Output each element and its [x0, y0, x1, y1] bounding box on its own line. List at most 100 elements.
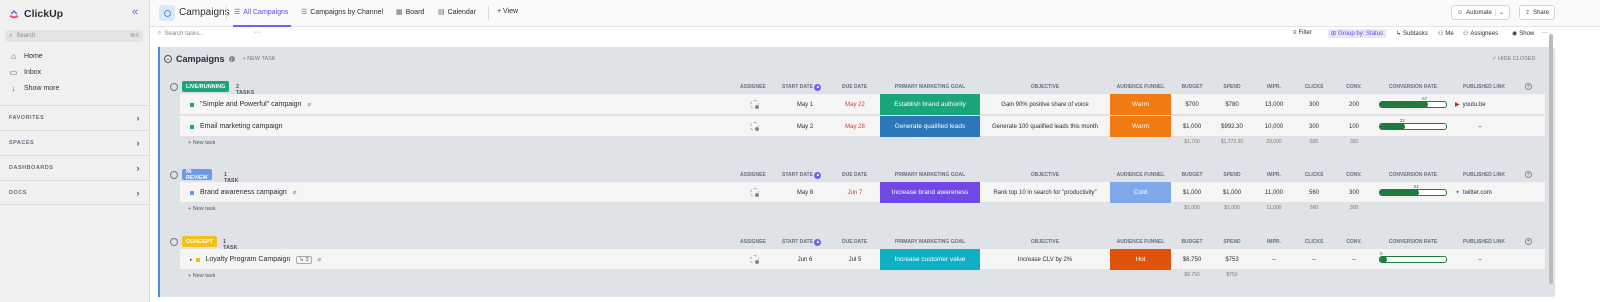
meter-knob[interactable] — [1398, 123, 1406, 130]
show-button[interactable]: ◉ Show — [1512, 30, 1534, 38]
expand-subtasks-icon[interactable]: ▸ — [190, 257, 193, 263]
space-title[interactable]: Campaigns — [179, 7, 230, 18]
status-badge[interactable]: IN REVIEW — [182, 169, 212, 181]
sort-icon[interactable]: ▴ — [814, 239, 822, 246]
col-funnel[interactable]: AUDIENCE FUNNEL — [1110, 172, 1171, 178]
collapse-list-icon[interactable]: ⌄ — [164, 55, 172, 63]
assignees-button[interactable]: ⚇ Assignees — [1463, 30, 1498, 38]
tab-all-campaigns[interactable]: ☰ All Campaigns — [234, 8, 288, 17]
conv-cell[interactable]: 100 — [1338, 116, 1370, 137]
col-objective[interactable]: OBJECTIVE — [982, 172, 1108, 178]
col-budget[interactable]: BUDGET — [1176, 84, 1208, 90]
task-title[interactable]: Email marketing campaign — [200, 123, 282, 130]
conversion-rate-meter[interactable]: 67 — [1379, 96, 1447, 108]
col-conversion-rate[interactable]: CONVERSION RATE — [1379, 172, 1447, 178]
col-published-link[interactable]: PUBLISHED LINK — [1455, 172, 1513, 178]
clicks-cell[interactable]: 300 — [1298, 94, 1330, 115]
impr-cell[interactable]: 10,000 — [1258, 116, 1290, 137]
add-column-icon[interactable]: + — [1525, 171, 1532, 178]
sidebar-item-inbox[interactable]: ▭ Inbox — [9, 68, 41, 77]
col-conv[interactable]: CONV. — [1338, 84, 1370, 90]
goal-cell[interactable]: Increase brand awareness — [880, 182, 980, 203]
clicks-cell[interactable]: – — [1298, 249, 1330, 270]
col-assignee[interactable]: ASSIGNEE — [740, 172, 766, 178]
col-goal[interactable]: PRIMARY MARKETING GOAL — [880, 239, 980, 245]
conversion-rate-meter[interactable]: 33 — [1379, 118, 1447, 130]
funnel-cell[interactable]: Cold — [1110, 182, 1171, 203]
task-name[interactable]: ▸ Loyalty Program Campaign ↳ 3 ⌀ — [190, 249, 321, 270]
add-assignee-icon[interactable] — [749, 122, 760, 132]
col-clicks[interactable]: CLICKS — [1298, 84, 1330, 90]
collapse-group-icon[interactable] — [170, 171, 178, 179]
more-icon[interactable]: ··· — [254, 29, 261, 36]
due-date-cell[interactable]: Jun 7 — [836, 182, 874, 203]
task-name[interactable]: Email marketing campaign — [190, 116, 282, 137]
table-row[interactable]: ▸ Loyalty Program Campaign ↳ 3 ⌀ Jun 6 J… — [180, 249, 1545, 270]
subtask-count-badge[interactable]: ↳ 3 — [296, 255, 312, 264]
brand[interactable]: ClickUp — [8, 6, 63, 22]
meter-knob[interactable] — [1412, 189, 1420, 196]
collapse-sidebar-icon[interactable]: « — [132, 6, 138, 18]
share-button[interactable]: ⇪ Share — [1519, 5, 1556, 20]
add-column-icon[interactable]: + — [1525, 238, 1532, 245]
conversion-rate-meter[interactable]: 54 — [1379, 184, 1447, 196]
status-square-icon[interactable] — [195, 257, 200, 262]
new-task-button[interactable]: + NEW TASK — [243, 56, 276, 62]
col-due-date[interactable]: DUE DATE — [842, 172, 867, 178]
section-dashboards[interactable]: DASHBOARDS › — [0, 155, 149, 180]
col-conv[interactable]: CONV. — [1338, 172, 1370, 178]
chevron-down-icon[interactable]: ⌄ — [1494, 9, 1504, 16]
meter-knob[interactable] — [1380, 256, 1387, 263]
automate-button[interactable]: ☺ Automate ⌄ — [1451, 5, 1510, 20]
funnel-cell[interactable]: Warm — [1110, 116, 1171, 137]
link-text[interactable]: youtu.be — [1463, 102, 1486, 108]
funnel-cell[interactable]: Warm — [1110, 94, 1171, 115]
spend-cell[interactable]: $753 — [1216, 249, 1248, 270]
add-assignee-icon[interactable] — [749, 255, 760, 265]
col-spend[interactable]: SPEND — [1216, 84, 1248, 90]
assignee-cell[interactable] — [748, 94, 760, 115]
section-docs[interactable]: DOCS › — [0, 180, 149, 205]
sidebar-item-show-more[interactable]: ↓ Show more — [9, 84, 60, 93]
task-search[interactable]: ⌕ Search tasks... — [158, 30, 204, 37]
filter-button[interactable]: ≡ Filter — [1293, 30, 1312, 36]
status-square-icon[interactable] — [190, 190, 194, 195]
clicks-cell[interactable]: 300 — [1298, 116, 1330, 137]
hide-closed-button[interactable]: ✓ HIDE CLOSED — [1492, 56, 1535, 62]
table-row[interactable]: Brand awareness campaign ⌀ May 8 Jun 7 I… — [180, 182, 1545, 203]
add-assignee-icon[interactable] — [749, 188, 760, 198]
spend-cell[interactable]: $992.30 — [1216, 116, 1248, 137]
start-date-cell[interactable]: Jun 6 — [786, 249, 824, 270]
objective-cell[interactable]: Increase CLV by 2% — [982, 249, 1108, 270]
col-conversion-rate[interactable]: CONVERSION RATE — [1379, 84, 1447, 90]
col-start-date[interactable]: START DATE ▴ — [782, 172, 822, 179]
col-budget[interactable]: BUDGET — [1176, 172, 1208, 178]
due-date-cell[interactable]: May 22 — [836, 94, 874, 115]
col-objective[interactable]: OBJECTIVE — [982, 84, 1108, 90]
published-link-cell[interactable]: ✦ twitter.com — [1455, 182, 1505, 203]
col-clicks[interactable]: CLICKS — [1298, 172, 1330, 178]
assignee-cell[interactable] — [748, 249, 760, 270]
conv-cell[interactable]: 200 — [1338, 94, 1370, 115]
col-spend[interactable]: SPEND — [1216, 239, 1248, 245]
col-published-link[interactable]: PUBLISHED LINK — [1455, 239, 1513, 245]
tab-calendar[interactable]: ▤ Calendar — [438, 8, 476, 17]
sort-icon[interactable]: ▴ — [814, 172, 822, 179]
published-link-cell[interactable]: – — [1455, 116, 1505, 137]
budget-cell[interactable]: $8,750 — [1176, 249, 1208, 270]
published-link-cell[interactable]: – — [1455, 249, 1505, 270]
start-date-cell[interactable]: May 2 — [786, 116, 824, 137]
impr-cell[interactable]: 11,000 — [1258, 182, 1290, 203]
published-link-cell[interactable]: ▶ youtu.be — [1455, 94, 1505, 115]
assignee-cell[interactable] — [748, 116, 760, 137]
impr-cell[interactable]: 13,000 — [1258, 94, 1290, 115]
col-funnel[interactable]: AUDIENCE FUNNEL — [1110, 84, 1171, 90]
add-view-button[interactable]: + View — [497, 8, 518, 15]
tab-campaigns-by-channel[interactable]: ☰ Campaigns by Channel — [301, 8, 383, 17]
col-published-link[interactable]: PUBLISHED LINK — [1455, 84, 1513, 90]
col-clicks[interactable]: CLICKS — [1298, 239, 1330, 245]
group-by-button[interactable]: ⊞ Group by: Status — [1328, 29, 1387, 38]
task-title[interactable]: "Simple and Powerful" campaign — [200, 101, 301, 108]
col-due-date[interactable]: DUE DATE — [842, 84, 867, 90]
clicks-cell[interactable]: 560 — [1298, 182, 1330, 203]
